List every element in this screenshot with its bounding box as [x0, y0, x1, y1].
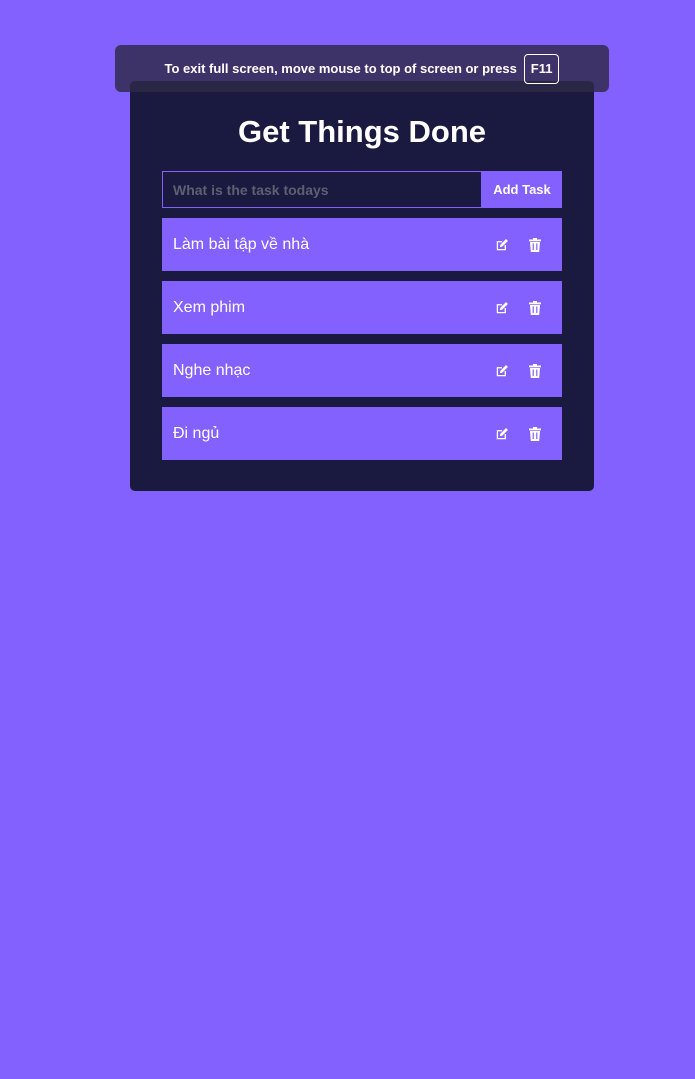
- task-item: Làm bài tập về nhà: [162, 218, 562, 271]
- task-item: Đi ngủ: [162, 407, 562, 460]
- fullscreen-notice-text: To exit full screen, move mouse to top o…: [164, 61, 517, 76]
- task-input[interactable]: [162, 171, 482, 208]
- edit-icon[interactable]: [494, 363, 509, 378]
- fullscreen-notice: To exit full screen, move mouse to top o…: [115, 45, 609, 92]
- trash-icon[interactable]: [527, 237, 542, 252]
- task-item: Xem phim: [162, 281, 562, 334]
- edit-icon[interactable]: [494, 237, 509, 252]
- task-actions: [494, 237, 551, 252]
- todo-wrapper: Get Things Done Add Task Làm bài tập về …: [130, 81, 594, 491]
- task-list: Làm bài tập về nhà Xem phim Nghe nhạc Đi…: [162, 218, 562, 460]
- task-actions: [494, 426, 551, 441]
- todo-form: Add Task: [162, 171, 562, 208]
- task-text[interactable]: Xem phim: [173, 299, 245, 317]
- trash-icon[interactable]: [527, 300, 542, 315]
- task-actions: [494, 300, 551, 315]
- task-text[interactable]: Nghe nhạc: [173, 362, 250, 380]
- edit-icon[interactable]: [494, 426, 509, 441]
- add-task-button[interactable]: Add Task: [482, 171, 562, 208]
- task-text[interactable]: Đi ngủ: [173, 425, 219, 443]
- task-text[interactable]: Làm bài tập về nhà: [173, 236, 309, 254]
- task-actions: [494, 363, 551, 378]
- trash-icon[interactable]: [527, 363, 542, 378]
- page-title: Get Things Done: [238, 114, 486, 149]
- task-item: Nghe nhạc: [162, 344, 562, 397]
- page: To exit full screen, move mouse to top o…: [0, 0, 695, 1079]
- f11-key-badge: F11: [523, 53, 560, 84]
- trash-icon[interactable]: [527, 426, 542, 441]
- edit-icon[interactable]: [494, 300, 509, 315]
